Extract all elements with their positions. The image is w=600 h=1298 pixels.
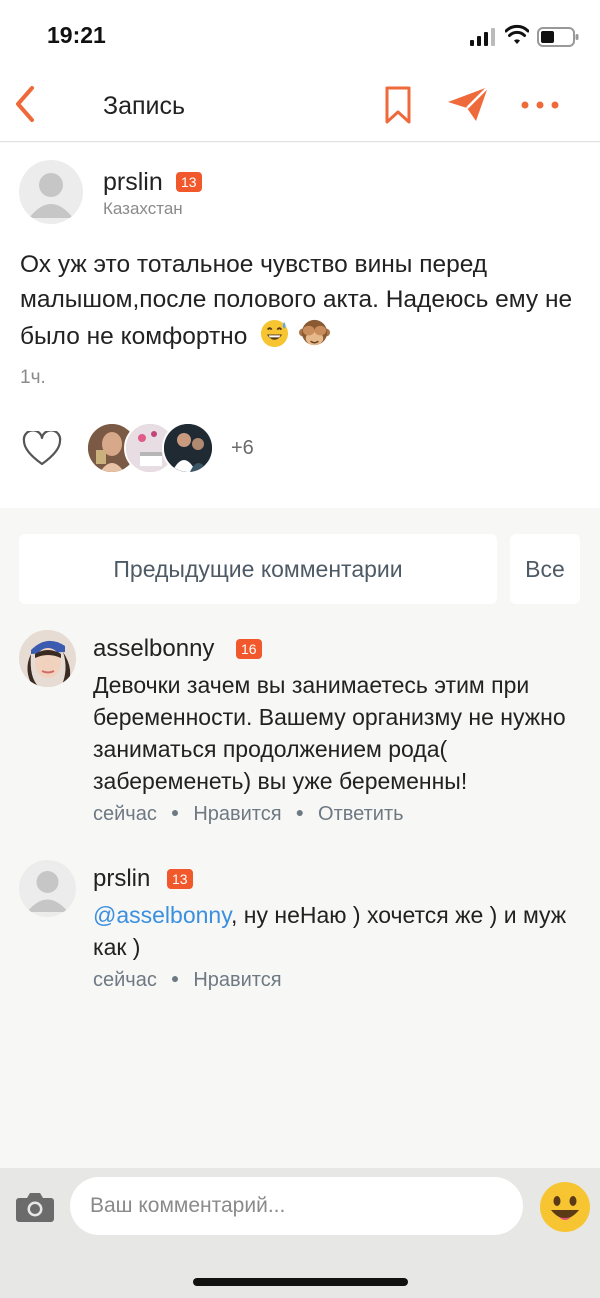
author-avatar[interactable] <box>19 160 83 224</box>
comment-author-avatar[interactable] <box>19 860 76 917</box>
comment-timestamp: сейчас <box>93 969 157 991</box>
comment-timestamp: сейчас <box>93 803 157 825</box>
comment-author-level-badge: 16 <box>236 639 262 659</box>
comment-like-button[interactable]: Нравится <box>193 803 281 825</box>
send-icon[interactable] <box>446 85 490 123</box>
separator-dot: ● <box>295 804 305 820</box>
separator-dot: ● <box>170 804 180 820</box>
default-avatar-icon <box>27 871 68 912</box>
comment-author-level-badge: 13 <box>167 869 193 889</box>
comment-author-avatar[interactable] <box>19 630 76 687</box>
post-timestamp: 1ч. <box>20 367 46 388</box>
status-bar: 19:21 <box>0 0 600 70</box>
post-author-name[interactable]: prslin <box>103 168 163 197</box>
bookmark-icon[interactable] <box>384 85 412 125</box>
see-no-evil-monkey-emoji-icon <box>298 319 330 346</box>
status-time: 19:21 <box>47 22 106 48</box>
liker-avatar[interactable] <box>162 422 214 474</box>
comment-composer <box>0 1168 600 1298</box>
grinning-sweat-emoji-icon <box>261 319 289 348</box>
comment-like-button[interactable]: Нравится <box>193 969 281 991</box>
likes-more-count[interactable]: +6 <box>231 437 254 460</box>
battery-icon <box>537 27 579 47</box>
emoji-picker-icon[interactable] <box>539 1181 591 1233</box>
back-arrow-icon[interactable] <box>10 84 42 124</box>
post-body: Ох уж это тотальное чувство вины перед м… <box>20 247 585 354</box>
comment-author-name[interactable]: prslin <box>93 865 150 893</box>
all-comments-button[interactable]: Все <box>510 534 580 604</box>
author-level-badge: 13 <box>176 172 202 192</box>
post-text: Ох уж это тотальное чувство вины перед м… <box>20 251 573 350</box>
comment-text: Девочки зачем вы занимаетесь этим при бе… <box>93 672 566 794</box>
page-title: Запись <box>103 92 186 120</box>
comment-meta: сейчас ● Нравится <box>93 969 282 992</box>
more-options-icon[interactable] <box>520 99 560 111</box>
nav-bar: Запись <box>0 70 600 142</box>
default-avatar-icon <box>29 173 73 218</box>
wifi-icon <box>505 24 529 44</box>
comment-meta: сейчас ● Нравится ● Ответить <box>93 803 404 826</box>
comment-reply-button[interactable]: Ответить <box>318 803 404 825</box>
mention-link[interactable]: @asselbonny <box>93 902 231 928</box>
previous-comments-button[interactable]: Предыдущие комментарии <box>19 534 497 604</box>
comment-input[interactable] <box>70 1177 523 1235</box>
cellular-signal-icon <box>470 28 495 46</box>
post-location: Казахстан <box>103 199 183 218</box>
camera-icon[interactable] <box>16 1190 54 1222</box>
separator-dot: ● <box>170 970 180 986</box>
home-indicator <box>193 1278 408 1286</box>
comment-author-name[interactable]: asselbonny <box>93 635 214 663</box>
comment-text: @asselbonny, ну неНаю ) хочется же ) и м… <box>93 899 583 963</box>
post-card: prslin 13 Казахстан Ох уж это тотальное … <box>0 143 600 508</box>
like-heart-icon[interactable] <box>22 431 62 467</box>
